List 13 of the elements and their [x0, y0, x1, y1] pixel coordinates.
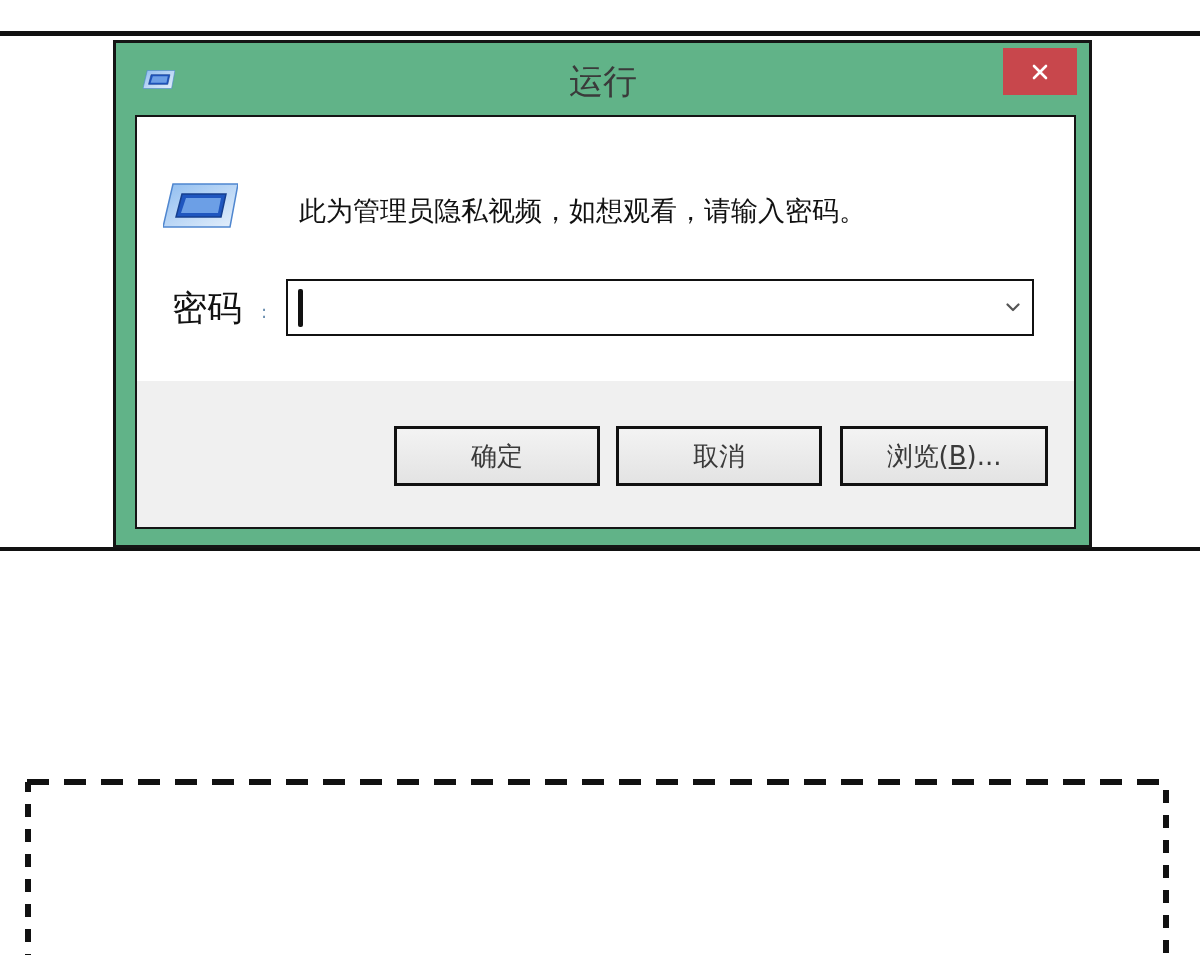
password-field[interactable] — [286, 279, 1035, 336]
window-title: 运行 — [568, 60, 637, 98]
field-separator: : — [261, 302, 268, 321]
dialog-message: 此为管理员隐私视频，如想观看，请输入密码。 — [299, 194, 866, 228]
close-button[interactable] — [1003, 48, 1077, 95]
dialog-button[interactable]: 浏览(B)... — [840, 426, 1048, 486]
close-icon — [1032, 63, 1048, 80]
field-label: 密码 — [172, 289, 242, 328]
chevron-down-icon[interactable] — [1006, 303, 1021, 312]
dialog-button[interactable]: 取消 — [616, 426, 822, 486]
window-icon — [143, 69, 175, 89]
dialog-button[interactable]: 确定 — [394, 426, 600, 486]
run-program-icon — [163, 183, 238, 228]
